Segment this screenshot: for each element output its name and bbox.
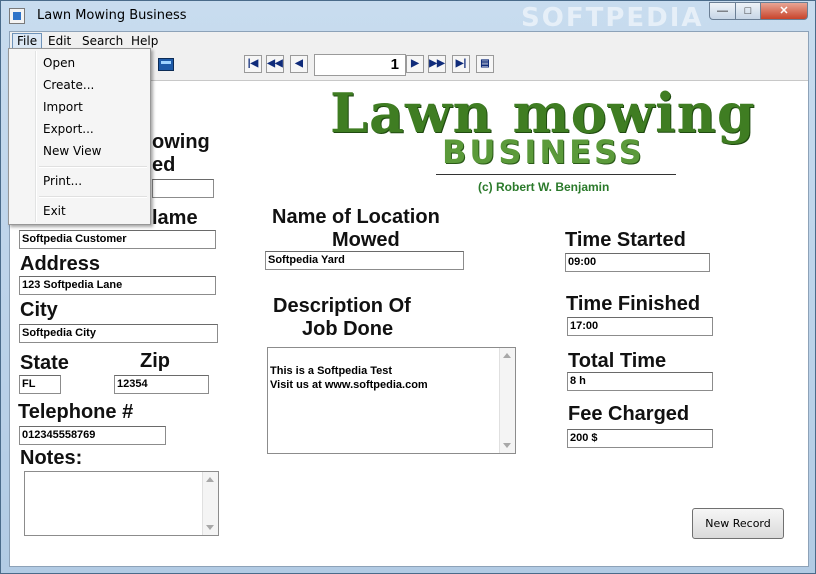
menu-icon-strip: [35, 51, 37, 222]
address-field[interactable]: 123 Softpedia Lane: [19, 276, 216, 295]
city-field[interactable]: Softpedia City: [19, 324, 218, 343]
menu-search[interactable]: Search: [78, 34, 127, 49]
fee-charged-label: Fee Charged: [568, 403, 690, 425]
time-started-label: Time Started: [565, 229, 686, 251]
menu-separator: [39, 196, 147, 198]
time-finished-label: Time Finished: [566, 293, 701, 315]
next-page-button[interactable]: ▶▶: [428, 55, 446, 73]
description-scrollbar[interactable]: [499, 348, 515, 453]
notes-label: Notes:: [20, 447, 83, 469]
next-record-button[interactable]: ▶: [406, 55, 424, 73]
close-button[interactable]: ✕: [760, 2, 808, 20]
time-started-field[interactable]: 09:00: [565, 253, 710, 272]
maximize-button[interactable]: □: [735, 2, 761, 20]
location-field[interactable]: Softpedia Yard: [265, 251, 464, 270]
city-label: City: [20, 299, 58, 321]
menu-item-import[interactable]: Import: [43, 100, 83, 114]
record-number-field[interactable]: 1: [314, 54, 406, 76]
location-label-line2: Mowed: [332, 229, 400, 251]
menu-item-print[interactable]: Print...: [43, 174, 82, 188]
telephone-label: Telephone #: [18, 401, 134, 423]
scroll-down-icon[interactable]: [206, 525, 214, 530]
lawn-mowing-field[interactable]: [152, 179, 214, 198]
properties-button[interactable]: ▤: [476, 55, 494, 73]
menu-item-export[interactable]: Export...: [43, 122, 94, 136]
new-record-button[interactable]: New Record: [692, 508, 784, 539]
menu-edit[interactable]: Edit: [44, 34, 75, 49]
state-label: State: [20, 352, 69, 374]
lawn-mowing-label-part1: owing: [152, 131, 210, 153]
softpedia-watermark: SOFTPEDIA: [521, 3, 704, 33]
prev-record-button[interactable]: ◀: [290, 55, 308, 73]
state-field[interactable]: FL: [19, 375, 61, 394]
menu-item-create[interactable]: Create...: [43, 78, 94, 92]
total-time-field[interactable]: 8 h: [567, 372, 713, 391]
app-icon: [9, 8, 25, 24]
total-time-label: Total Time: [568, 350, 667, 372]
fee-charged-field[interactable]: 200 $: [567, 429, 713, 448]
zip-field[interactable]: 12354: [114, 375, 209, 394]
notes-textarea[interactable]: [24, 471, 219, 536]
logo-subtitle: BUSINESS: [442, 133, 645, 171]
lawn-mowing-label-part2: ed: [152, 154, 176, 176]
first-record-button[interactable]: |◀: [244, 55, 262, 73]
description-label-line2: Job Done: [302, 318, 394, 340]
copyright-text: (c) Robert W. Benjamin: [478, 180, 610, 194]
description-text: This is a Softpedia Test Visit us at www…: [270, 365, 428, 391]
last-record-button[interactable]: ▶|: [452, 55, 470, 73]
minimize-button[interactable]: —: [709, 2, 736, 20]
description-textarea[interactable]: This is a Softpedia Test Visit us at www…: [267, 347, 516, 454]
address-label: Address: [20, 253, 101, 275]
menu-separator: [39, 166, 147, 168]
scroll-up-icon[interactable]: [206, 477, 214, 482]
description-label-line1: Description Of: [273, 295, 411, 317]
customer-name-field[interactable]: Softpedia Customer: [19, 230, 216, 249]
zip-label: Zip: [140, 350, 170, 372]
title-bar: Lawn Mowing Business SOFTPEDIA — □ ✕: [1, 1, 815, 33]
telephone-field[interactable]: 012345558769: [19, 426, 166, 445]
menu-item-new-view[interactable]: New View: [43, 144, 101, 158]
menu-item-open[interactable]: Open: [43, 56, 75, 70]
notes-scrollbar[interactable]: [202, 472, 218, 535]
window-title: Lawn Mowing Business: [37, 8, 187, 23]
scroll-up-icon[interactable]: [503, 353, 511, 358]
customer-name-label: lame: [152, 207, 198, 229]
prev-page-button[interactable]: ◀◀: [266, 55, 284, 73]
location-label-line1: Name of Location: [272, 206, 440, 228]
time-finished-field[interactable]: 17:00: [567, 317, 713, 336]
menu-help[interactable]: Help: [127, 34, 162, 49]
menu-item-exit[interactable]: Exit: [43, 204, 66, 218]
file-menu-dropdown: Open Create... Import Export... New View…: [8, 48, 151, 225]
scroll-down-icon[interactable]: [503, 443, 511, 448]
calculator-icon[interactable]: [158, 58, 174, 71]
logo-divider: [436, 174, 676, 175]
